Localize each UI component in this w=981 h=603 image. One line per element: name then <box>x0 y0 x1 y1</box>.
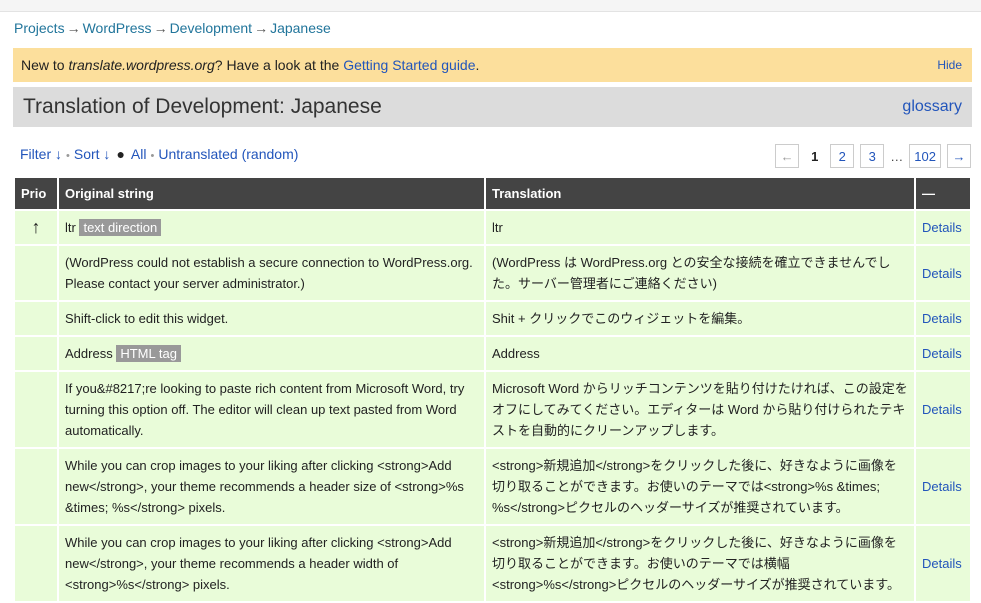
details-link[interactable]: Details <box>916 246 970 300</box>
translation-cell[interactable]: <strong>新規追加</strong>をクリックした後に、好きなように画像を… <box>486 449 914 524</box>
translation-cell[interactable]: Address <box>486 337 914 370</box>
original-string-cell: Shift-click to edit this widget. <box>59 302 484 335</box>
breadcrumb-separator: → <box>254 20 269 36</box>
current-page: 1 <box>811 148 819 164</box>
pagination: ← 1 2 3 … 102 → <box>775 144 971 168</box>
details-link[interactable]: Details <box>916 449 970 524</box>
details-link[interactable]: Details <box>916 526 970 601</box>
table-row[interactable]: (WordPress could not establish a secure … <box>15 246 970 300</box>
priority-indicator: ↑ <box>15 211 57 244</box>
table-row[interactable]: While you can crop images to your liking… <box>15 526 970 601</box>
details-link[interactable]: Details <box>916 211 970 244</box>
next-page-button[interactable]: → <box>947 144 971 168</box>
header-prio[interactable]: Prio <box>15 178 57 209</box>
header-translation[interactable]: Translation <box>486 178 914 209</box>
notice-text: New to translate.wordpress.org? Have a l… <box>21 57 479 73</box>
breadcrumb: Projects → WordPress → Development → Japanese <box>14 20 331 36</box>
sort-toggle[interactable]: Sort ↓ <box>74 146 111 162</box>
filter-toggle[interactable]: Filter ↓ <box>20 146 62 162</box>
translation-cell[interactable]: (WordPress は WordPress.org との安全な接続を確立できま… <box>486 246 914 300</box>
breadcrumb-japanese[interactable]: Japanese <box>270 20 331 36</box>
original-string-cell: While you can crop images to your liking… <box>59 526 484 601</box>
translation-cell[interactable]: Shit + クリックでこのウィジェットを編集。 <box>486 302 914 335</box>
filter-all-link[interactable]: All <box>131 146 147 162</box>
original-string-cell: While you can crop images to your liking… <box>59 449 484 524</box>
table-row[interactable]: ↑ ltr text direction ltr Details <box>15 211 970 244</box>
filter-toolbar: Filter ↓ • Sort ↓ ● All • Untranslated (random… <box>20 146 298 162</box>
page-title: Translation of Development: Japanese <box>23 95 382 118</box>
translation-cell[interactable]: Microsoft Word からリッチコンテンツを貼り付けたければ、この設定を… <box>486 372 914 447</box>
notice-middle: ? Have a look at the <box>214 57 344 73</box>
table-row[interactable]: Shift-click to edit this widget. Shit + … <box>15 302 970 335</box>
notice-prefix: New to <box>21 57 69 73</box>
hide-notice-link[interactable]: Hide <box>937 58 962 72</box>
original-text: ltr <box>65 220 76 235</box>
table-row[interactable]: If you&#8217;re looking to paste rich co… <box>15 372 970 447</box>
filter-dot: • <box>66 150 70 162</box>
translation-cell[interactable]: ltr <box>486 211 914 244</box>
title-bar: Translation of Development: Japanese glo… <box>13 87 972 127</box>
breadcrumb-separator: → <box>66 20 81 36</box>
prev-page-button: ← <box>775 144 800 168</box>
original-string-cell: If you&#8217;re looking to paste rich co… <box>59 372 484 447</box>
original-string-cell: Address HTML tag <box>59 337 484 370</box>
original-string-cell: (WordPress could not establish a secure … <box>59 246 484 300</box>
filter-untranslated-link[interactable]: Untranslated <box>158 146 237 162</box>
breadcrumb-development[interactable]: Development <box>170 20 253 36</box>
details-link[interactable]: Details <box>916 372 970 447</box>
priority-indicator <box>15 302 57 335</box>
priority-indicator <box>15 449 57 524</box>
breadcrumb-wordpress[interactable]: WordPress <box>83 20 152 36</box>
page-2-link[interactable]: 2 <box>830 144 855 168</box>
top-bar <box>0 0 981 12</box>
context-badge: text direction <box>79 219 162 236</box>
table-row[interactable]: Address HTML tag Address Details <box>15 337 970 370</box>
getting-started-link[interactable]: Getting Started guide <box>343 57 475 73</box>
header-original-string[interactable]: Original string <box>59 178 484 209</box>
filter-dot: • <box>150 150 155 162</box>
table-header-row: Prio Original string Translation — <box>15 178 970 209</box>
breadcrumb-separator: → <box>153 20 168 36</box>
details-link[interactable]: Details <box>916 337 970 370</box>
header-actions: — <box>916 178 970 209</box>
pager-ellipsis: … <box>890 148 904 164</box>
priority-indicator <box>15 337 57 370</box>
original-string-cell: ltr text direction <box>59 211 484 244</box>
priority-indicator <box>15 372 57 447</box>
breadcrumb-projects[interactable]: Projects <box>14 20 65 36</box>
translation-cell[interactable]: <strong>新規追加</strong>をクリックした後に、好きなように画像を… <box>486 526 914 601</box>
context-badge: HTML tag <box>116 345 181 362</box>
getting-started-notice: New to translate.wordpress.org? Have a l… <box>13 48 972 82</box>
priority-indicator <box>15 246 57 300</box>
table-row[interactable]: While you can crop images to your liking… <box>15 449 970 524</box>
translations-table: Prio Original string Translation — ↑ ltr… <box>13 176 972 603</box>
notice-period: . <box>475 57 480 73</box>
page-3-link[interactable]: 3 <box>860 144 885 168</box>
notice-site: translate.wordpress.org <box>68 57 215 73</box>
original-text: Address <box>65 346 113 361</box>
details-link[interactable]: Details <box>916 302 970 335</box>
filter-random-link[interactable]: (random) <box>242 146 299 162</box>
last-page-link[interactable]: 102 <box>909 144 941 168</box>
filter-bullet: ● <box>116 146 125 162</box>
priority-indicator <box>15 526 57 601</box>
glossary-link[interactable]: glossary <box>902 98 962 116</box>
